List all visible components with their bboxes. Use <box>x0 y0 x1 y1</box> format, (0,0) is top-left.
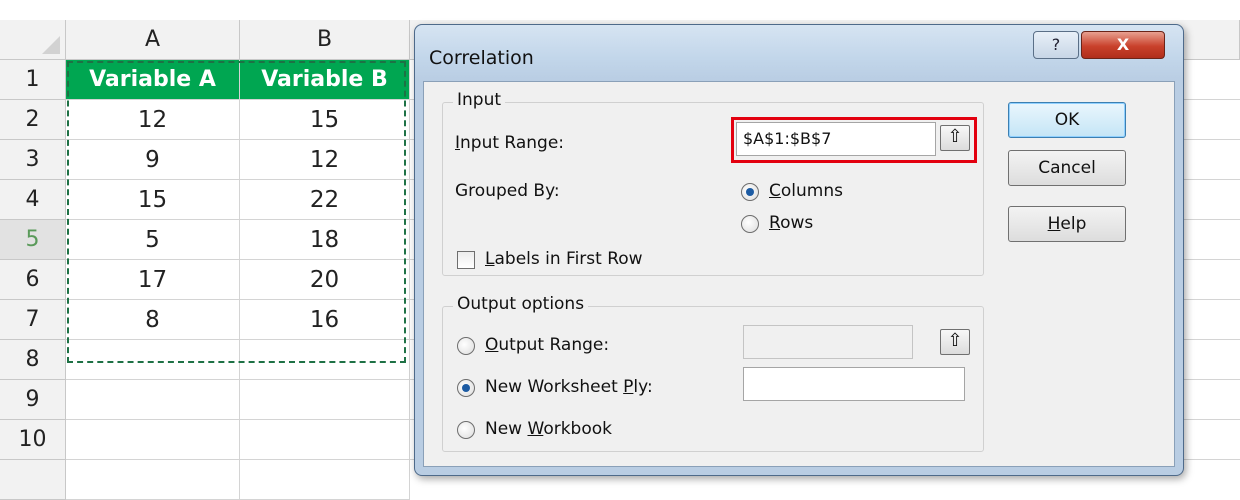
select-all-corner[interactable] <box>0 20 66 60</box>
cell-b9[interactable] <box>240 380 410 420</box>
new-worksheet-label[interactable]: New Worksheet Ply: <box>485 377 653 397</box>
select-all-triangle-icon <box>42 36 60 54</box>
input-range-label-text: nput Range: <box>460 133 565 153</box>
new-worksheet-radio[interactable] <box>457 379 475 397</box>
input-group: Input Input Range: $A$1:$B$7 ⇧ Grouped B… <box>442 90 984 276</box>
grouped-by-label: Grouped By: <box>455 181 560 201</box>
ok-button[interactable]: OK <box>1008 102 1126 138</box>
cell-b5[interactable]: 18 <box>240 220 410 260</box>
row-header-10[interactable]: 10 <box>0 420 66 460</box>
cell-b11[interactable] <box>240 460 410 500</box>
column-header-a[interactable]: A <box>66 20 240 60</box>
dialog-titlebar[interactable]: Correlation ? X <box>415 25 1183 81</box>
cell-b1[interactable]: Variable B <box>240 60 410 100</box>
cell-a2[interactable]: 12 <box>66 100 240 140</box>
cell-a7[interactable]: 8 <box>66 300 240 340</box>
cell-a6[interactable]: 17 <box>66 260 240 300</box>
new-worksheet-field[interactable] <box>743 367 965 401</box>
help-title-button[interactable]: ? <box>1033 31 1079 59</box>
cell-a3[interactable]: 9 <box>66 140 240 180</box>
new-workbook-radio[interactable] <box>457 421 475 439</box>
correlation-dialog: Correlation ? X Input Input Range: $A$1:… <box>414 24 1184 476</box>
dialog-title: Correlation <box>429 47 534 69</box>
output-range-field[interactable] <box>743 325 913 359</box>
cell-b3[interactable]: 12 <box>240 140 410 180</box>
cell-b4[interactable]: 22 <box>240 180 410 220</box>
output-range-label[interactable]: Output Range: <box>485 335 609 355</box>
help-button[interactable]: Help <box>1008 206 1126 242</box>
input-range-field[interactable]: $A$1:$B$7 <box>736 122 936 156</box>
cell-a5[interactable]: 5 <box>66 220 240 260</box>
row-header-1[interactable]: 1 <box>0 60 66 100</box>
input-range-collapse-icon[interactable]: ⇧ <box>940 125 970 151</box>
row-header-9[interactable]: 9 <box>0 380 66 420</box>
labels-first-row-checkbox[interactable] <box>457 251 475 269</box>
row-header-6[interactable]: 6 <box>0 260 66 300</box>
output-group: Output options Output Range: ⇧ New Works… <box>442 294 984 452</box>
input-group-label: Input <box>453 90 506 110</box>
grouped-columns-radio[interactable] <box>741 183 759 201</box>
output-range-radio[interactable] <box>457 337 475 355</box>
grouped-columns-label[interactable]: Columns <box>769 181 843 201</box>
row-header-11[interactable] <box>0 460 66 500</box>
dialog-body: Input Input Range: $A$1:$B$7 ⇧ Grouped B… <box>423 81 1175 467</box>
cell-a4[interactable]: 15 <box>66 180 240 220</box>
row-header-4[interactable]: 4 <box>0 180 66 220</box>
cell-a1[interactable]: Variable A <box>66 60 240 100</box>
close-button[interactable]: X <box>1081 31 1165 59</box>
row-header-7[interactable]: 7 <box>0 300 66 340</box>
cell-a8[interactable] <box>66 340 240 380</box>
column-header-b[interactable]: B <box>240 20 410 60</box>
cell-b2[interactable]: 15 <box>240 100 410 140</box>
output-group-label: Output options <box>453 294 589 314</box>
cell-a10[interactable] <box>66 420 240 460</box>
row-header-8[interactable]: 8 <box>0 340 66 380</box>
input-range-label: Input Range: <box>455 133 565 153</box>
grouped-rows-radio[interactable] <box>741 215 759 233</box>
cell-b10[interactable] <box>240 420 410 460</box>
cell-a11[interactable] <box>66 460 240 500</box>
cell-b6[interactable]: 20 <box>240 260 410 300</box>
labels-first-row-label[interactable]: Labels in First Row <box>485 249 643 269</box>
row-header-5[interactable]: 5 <box>0 220 66 260</box>
new-workbook-label[interactable]: New Workbook <box>485 419 612 439</box>
cell-a9[interactable] <box>66 380 240 420</box>
row-header-2[interactable]: 2 <box>0 100 66 140</box>
cell-b7[interactable]: 16 <box>240 300 410 340</box>
row-header-3[interactable]: 3 <box>0 140 66 180</box>
cell-b8[interactable] <box>240 340 410 380</box>
cancel-button[interactable]: Cancel <box>1008 150 1126 186</box>
output-range-collapse-icon[interactable]: ⇧ <box>940 329 970 355</box>
grouped-rows-label[interactable]: Rows <box>769 213 813 233</box>
